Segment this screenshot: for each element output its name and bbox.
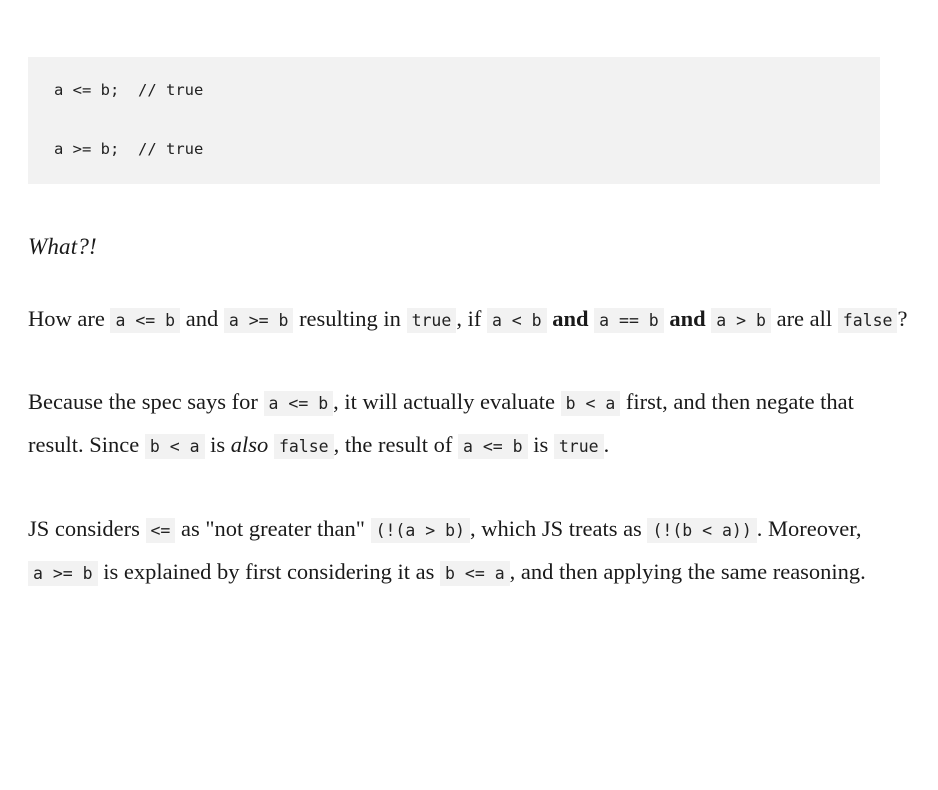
body-text: , it will actually evaluate bbox=[333, 389, 561, 414]
inline-code: a > b bbox=[711, 308, 771, 333]
body-text: is bbox=[527, 432, 554, 457]
body-text: Because the spec says for bbox=[28, 389, 264, 414]
body-text: is explained by first considering it as bbox=[97, 559, 441, 584]
body-text: and bbox=[180, 306, 224, 331]
paragraph-js-considers: JS considers <= as "not greater than" (!… bbox=[28, 508, 910, 594]
inline-code: a == b bbox=[594, 308, 664, 333]
inline-code: a >= b bbox=[28, 561, 98, 586]
body-text: JS considers bbox=[28, 516, 146, 541]
inline-code: a <= b bbox=[457, 434, 528, 459]
inline-code: a <= b bbox=[263, 391, 334, 416]
inline-code: b < a bbox=[560, 391, 621, 416]
body-text: , and then applying the same reasoning. bbox=[509, 559, 866, 584]
inline-code: a <= b bbox=[110, 308, 181, 333]
inline-code: true bbox=[406, 308, 457, 333]
body-text: is bbox=[204, 432, 231, 457]
paragraph-spec-explanation: Because the spec says for a <= b, it wil… bbox=[28, 381, 910, 467]
inline-code: <= bbox=[145, 518, 176, 543]
inline-code: (!(b < a)) bbox=[647, 518, 757, 543]
inline-code: false bbox=[837, 308, 898, 333]
body-text: as "not greater than" bbox=[175, 516, 371, 541]
inline-code: false bbox=[273, 434, 334, 459]
italic-text: also bbox=[230, 432, 269, 457]
inline-code: a < b bbox=[486, 308, 547, 333]
body-text: are all bbox=[770, 306, 838, 331]
inline-code: (!(a > b) bbox=[370, 518, 470, 543]
body-text: , the result of bbox=[333, 432, 458, 457]
body-text: . bbox=[603, 432, 610, 457]
body-text: , which JS treats as bbox=[469, 516, 648, 541]
code-block: a <= b; // true a >= b; // true bbox=[28, 57, 880, 184]
body-text: , if bbox=[456, 306, 487, 331]
bold-text: and bbox=[546, 306, 595, 331]
section-heading-what: What?! bbox=[28, 234, 97, 259]
bold-text: and bbox=[663, 306, 712, 331]
inline-code: true bbox=[553, 434, 604, 459]
body-text: ? bbox=[897, 306, 908, 331]
inline-code: b < a bbox=[144, 434, 205, 459]
inline-code: b <= a bbox=[440, 561, 510, 586]
body-text: . Moreover, bbox=[756, 516, 862, 541]
document-page: a <= b; // true a >= b; // true What?! Ho… bbox=[0, 57, 938, 594]
code-line: a <= b; // true bbox=[54, 81, 204, 99]
body-text: How are bbox=[28, 306, 111, 331]
code-line: a >= b; // true bbox=[54, 140, 204, 158]
body-text: resulting in bbox=[293, 306, 407, 331]
inline-code: a >= b bbox=[223, 308, 294, 333]
paragraph-question: How are a <= b and a >= b resulting in t… bbox=[28, 298, 910, 341]
